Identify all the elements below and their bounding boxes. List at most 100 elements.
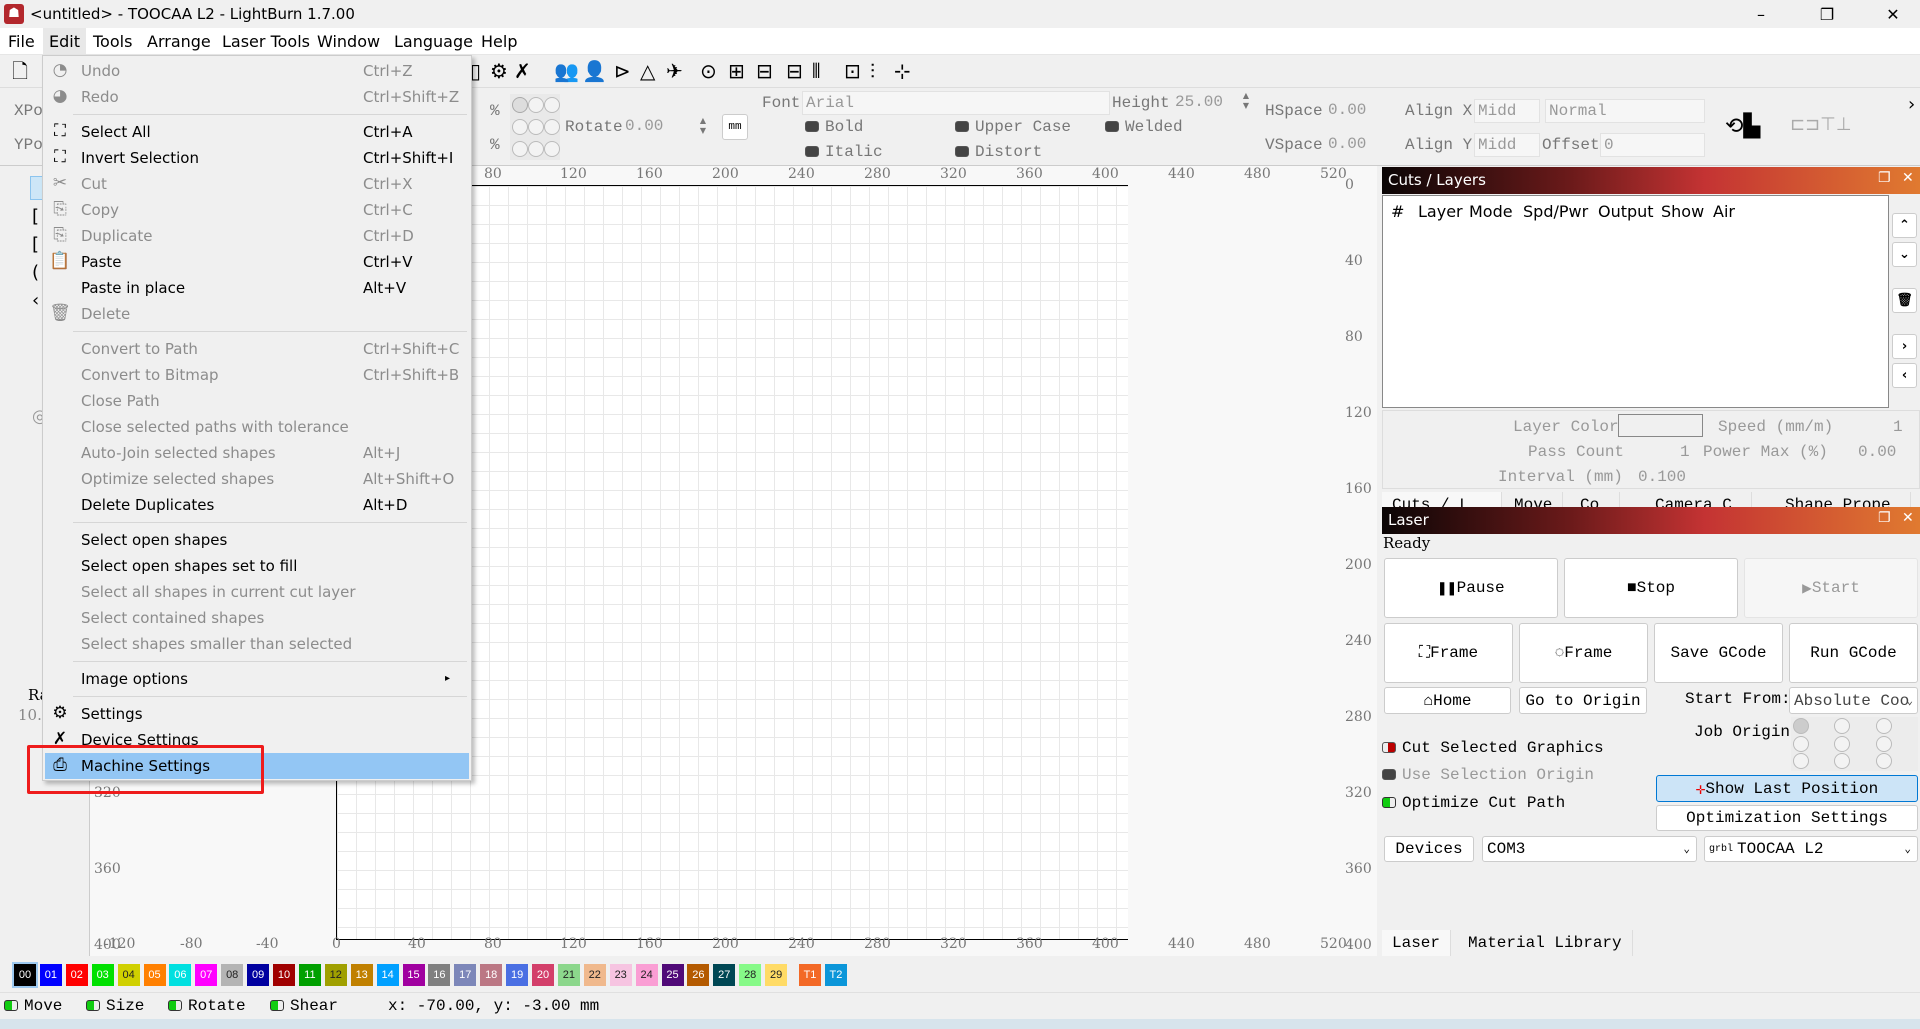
color-swatch-24[interactable]: 24 xyxy=(635,964,658,986)
menu-item-close-selected-paths-with-tolerance[interactable]: Close selected paths with tolerance xyxy=(45,414,469,440)
space-h-icon[interactable]: ⊡ xyxy=(844,60,861,82)
welded-toggle[interactable]: Welded xyxy=(1105,118,1183,136)
pause-button[interactable]: ❚❚ Pause xyxy=(1384,558,1558,618)
menu-item-paste[interactable]: 📋 Paste Ctrl+V xyxy=(45,249,469,275)
color-swatch-15[interactable]: 15 xyxy=(402,964,425,986)
show-last-position-button[interactable]: ✛ Show Last Position xyxy=(1656,775,1918,802)
bold-toggle[interactable]: Bold xyxy=(805,118,863,136)
menu-file[interactable]: File xyxy=(8,32,35,51)
start-from-select[interactable]: Absolute Coo ⌄ xyxy=(1789,687,1918,714)
color-swatch-19[interactable]: 19 xyxy=(506,964,529,986)
anchor-radio[interactable] xyxy=(544,97,560,113)
job-origin-radio[interactable] xyxy=(1834,736,1850,752)
menu-item-select-shapes-smaller-than-selected[interactable]: Select shapes smaller than selected xyxy=(45,631,469,657)
menu-item-select-all-shapes-in-current-cut-layer[interactable]: Select all shapes in current cut layer xyxy=(45,579,469,605)
settings-gears-icon[interactable]: ⚙ xyxy=(490,60,508,82)
float-panel-icon[interactable]: ❐ xyxy=(1878,510,1891,526)
anchor-radio[interactable] xyxy=(512,119,528,135)
close-button[interactable]: ✕ xyxy=(1870,2,1916,28)
menu-item-select-open-shapes[interactable]: Select open shapes xyxy=(45,527,469,553)
color-swatch-14[interactable]: 14 xyxy=(376,964,399,986)
color-swatch-26[interactable]: 26 xyxy=(687,964,710,986)
color-swatch-06[interactable]: 06 xyxy=(169,964,192,986)
ungroup-icon[interactable]: 👤 xyxy=(582,60,607,82)
align-icon[interactable]: ⊞ xyxy=(728,60,745,82)
space-v-icon[interactable]: ⫶ xyxy=(870,60,875,82)
save-gcode-button[interactable]: Save GCode xyxy=(1654,623,1783,683)
layer-color-swatch[interactable] xyxy=(1618,414,1703,437)
menu-item-select-all[interactable]: ⛶ Select All Ctrl+A xyxy=(45,119,469,145)
color-swatch-11[interactable]: 11 xyxy=(298,964,321,986)
menu-item-optimize-selected-shapes[interactable]: Optimize selected shapes Alt+Shift+O xyxy=(45,466,469,492)
menu-item-settings[interactable]: ⚙ Settings xyxy=(45,701,469,727)
stop-button[interactable]: ■ Stop xyxy=(1564,558,1738,618)
distribute-v-icon[interactable]: ⫴ xyxy=(812,60,820,82)
menu-item-delete[interactable]: 🗑 Delete xyxy=(45,301,469,327)
center-icon[interactable]: ⊹ xyxy=(894,60,911,82)
align-y-select[interactable]: Midd xyxy=(1474,133,1540,157)
menu-item-delete-duplicates[interactable]: Delete Duplicates Alt+D xyxy=(45,492,469,518)
job-origin-radio[interactable] xyxy=(1834,718,1850,734)
move-layer-down-button[interactable]: ⌄ xyxy=(1892,242,1917,267)
menu-item-copy[interactable]: ⎘ Copy Ctrl+C xyxy=(45,197,469,223)
menu-item-auto-join-selected-shapes[interactable]: Auto-Join selected shapes Alt+J xyxy=(45,440,469,466)
offset-input[interactable]: 0 xyxy=(1600,133,1705,157)
color-swatch-02[interactable]: 02 xyxy=(65,964,88,986)
move-layer-up-button[interactable]: ⌃ xyxy=(1892,213,1917,238)
menu-tools[interactable]: Tools xyxy=(93,32,132,51)
close-panel-icon[interactable]: ✕ xyxy=(1902,170,1914,186)
job-origin-radio[interactable] xyxy=(1876,736,1892,752)
frame-circle-button[interactable]: ◌ Frame xyxy=(1519,623,1648,683)
color-swatch-08[interactable]: 08 xyxy=(221,964,244,986)
color-swatch-01[interactable]: 01 xyxy=(39,964,62,986)
polygon-icon[interactable]: ‹ xyxy=(32,290,39,311)
job-origin-radio[interactable] xyxy=(1793,718,1809,734)
radius-input[interactable]: 10. xyxy=(18,706,42,724)
ellipse-icon[interactable]: ( xyxy=(32,262,39,283)
menu-language[interactable]: Language xyxy=(394,32,473,51)
col-mode[interactable]: Mode xyxy=(1469,202,1513,221)
flip-horizontal-icon[interactable]: ⊳ xyxy=(614,60,631,82)
align-right-icon[interactable]: ⊟ xyxy=(756,60,773,82)
menu-edit[interactable]: Edit xyxy=(43,28,86,54)
tab-laser[interactable]: Laser xyxy=(1382,930,1452,958)
job-origin-radio[interactable] xyxy=(1834,753,1850,769)
font-select[interactable]: Arial xyxy=(802,91,1110,115)
menu-item-select-open-shapes-set-to-fill[interactable]: Select open shapes set to fill xyxy=(45,553,469,579)
menu-laser-tools[interactable]: Laser Tools xyxy=(222,32,310,51)
color-swatch-27[interactable]: 27 xyxy=(713,964,736,986)
delete-layer-button[interactable]: 🗑 xyxy=(1892,288,1917,313)
tab-material-library[interactable]: Material Library xyxy=(1458,930,1633,958)
anchor-radio[interactable] xyxy=(544,141,560,157)
align-tools-icon[interactable]: ⊏⊐⊤⊥ xyxy=(1790,114,1852,135)
col-output[interactable]: Output xyxy=(1598,202,1654,221)
frame-rect-button[interactable]: ⛶ Frame xyxy=(1384,623,1513,683)
anchor-radio[interactable] xyxy=(512,97,528,113)
color-swatch-00[interactable]: 00 xyxy=(12,962,38,988)
color-swatch-05[interactable]: 05 xyxy=(143,964,166,986)
color-swatch-22[interactable]: 22 xyxy=(583,964,606,986)
menu-item-undo[interactable]: ◔ Undo Ctrl+Z xyxy=(45,58,469,84)
height-spinner[interactable]: ▲ ▼ xyxy=(1240,91,1252,113)
menu-item-close-path[interactable]: Close Path xyxy=(45,388,469,414)
group-icon[interactable]: 👥 xyxy=(554,60,579,82)
job-origin-radio[interactable] xyxy=(1876,753,1892,769)
rotate-spinner[interactable]: ▲ ▼ xyxy=(697,116,709,138)
new-file-icon[interactable]: 🗋 xyxy=(12,60,28,82)
color-swatch-18[interactable]: 18 xyxy=(480,964,503,986)
color-swatch-17[interactable]: 17 xyxy=(454,964,477,986)
color-swatch-16[interactable]: 16 xyxy=(428,964,451,986)
upper-case-toggle[interactable]: Upper Case xyxy=(955,118,1071,136)
target-icon[interactable]: ⊙ xyxy=(700,60,717,82)
size-toggle[interactable]: Size xyxy=(86,997,144,1015)
color-swatch-10[interactable]: 10 xyxy=(273,964,295,986)
layers-table[interactable]: # Layer Mode Spd/Pwr Output Show Air xyxy=(1382,195,1889,408)
job-origin-radio[interactable] xyxy=(1793,736,1809,752)
shear-toggle[interactable]: Shear xyxy=(270,997,338,1015)
color-swatch-07[interactable]: 07 xyxy=(195,964,218,986)
anchor-radio[interactable] xyxy=(528,141,544,157)
color-swatch-03[interactable]: 03 xyxy=(91,964,114,986)
pass-count-input[interactable]: 1 xyxy=(1680,443,1690,461)
anchor-radio[interactable] xyxy=(512,141,528,157)
optimize-cut-path-toggle[interactable]: Optimize Cut Path xyxy=(1382,794,1565,812)
